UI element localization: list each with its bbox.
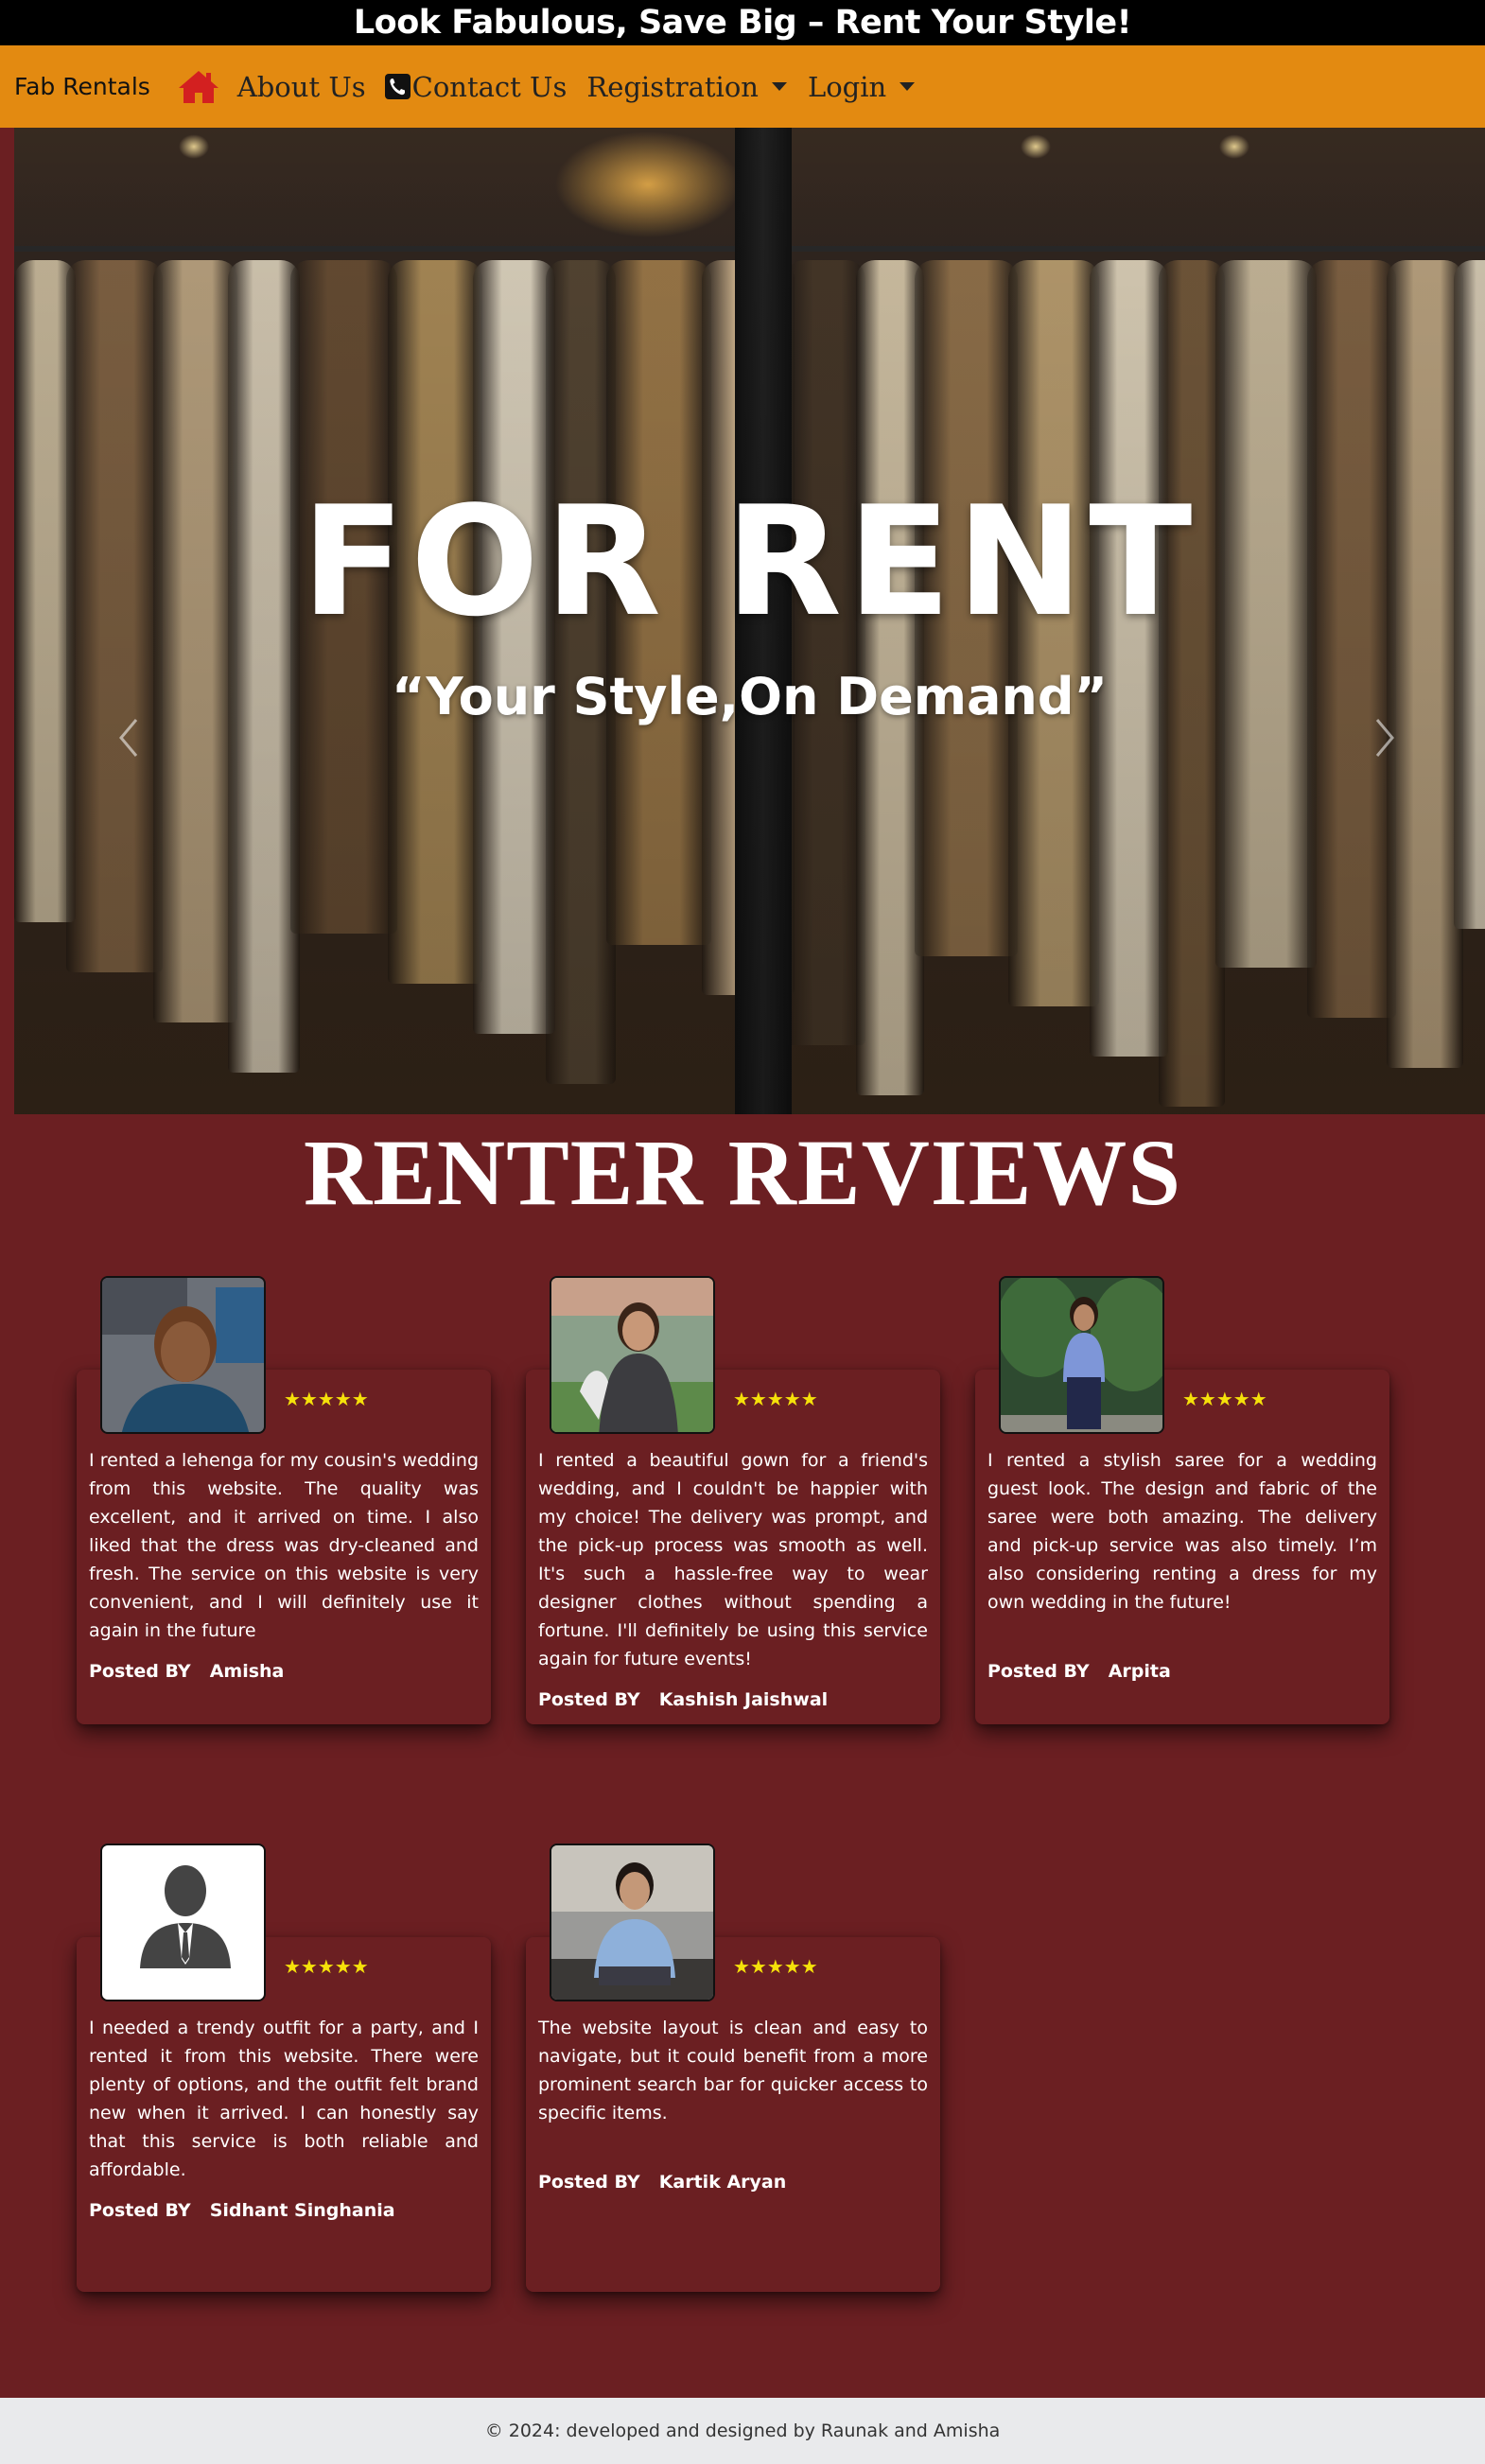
posted-by-label: Posted BY: [538, 1689, 640, 1710]
posted-by-label: Posted BY: [538, 2172, 640, 2193]
nav-contact-us[interactable]: Contact Us: [384, 70, 568, 103]
avatar: [100, 1844, 266, 2001]
chevron-right-icon[interactable]: [1371, 714, 1400, 761]
posted-by-label: Posted BY: [89, 2200, 191, 2221]
hero-carousel: FOR RENT “Your Style,On Demand”: [14, 128, 1485, 1114]
nav-login-dropdown[interactable]: Login: [807, 70, 916, 103]
author-name: Amisha: [209, 1661, 285, 1682]
avatar: [999, 1276, 1164, 1434]
review-author: Posted BY Kartik Aryan: [538, 2172, 786, 2193]
rating-stars: ★★★★★: [733, 1955, 818, 1978]
banner-text: Look Fabulous, Save Big – Rent Your Styl…: [353, 4, 1132, 42]
chevron-left-icon[interactable]: [114, 714, 142, 761]
avatar: [550, 1844, 715, 2001]
review-text: I rented a lehenga for my cousin's weddi…: [89, 1450, 479, 1641]
posted-by-label: Posted BY: [89, 1661, 191, 1682]
rating-stars: ★★★★★: [284, 1955, 369, 1978]
footer: © 2024: developed and designed by Raunak…: [0, 2398, 1485, 2464]
review-text: I needed a trendy outfit for a party, an…: [89, 2018, 479, 2180]
caret-down-icon: [900, 82, 916, 91]
author-name: Arpita: [1108, 1661, 1171, 1682]
nav-registration-dropdown[interactable]: Registration: [586, 71, 787, 103]
review-author: Posted BY Amisha: [89, 1661, 284, 1682]
nav-contact-label: Contact Us: [411, 70, 568, 103]
brand-link[interactable]: Fab Rentals: [14, 73, 150, 100]
author-name: Sidhant Singhania: [209, 2200, 395, 2221]
review-author: Posted BY Arpita: [987, 1661, 1171, 1682]
rating-stars: ★★★★★: [284, 1388, 369, 1410]
review-author: Posted BY Sidhant Singhania: [89, 2200, 395, 2221]
rating-stars: ★★★★★: [1182, 1388, 1267, 1410]
hero-title: FOR RENT: [301, 473, 1198, 650]
home-icon[interactable]: [177, 69, 220, 105]
posted-by-label: Posted BY: [987, 1661, 1090, 1682]
nav-registration-label: Registration: [586, 70, 759, 103]
hero-subtitle: “Your Style,On Demand”: [391, 667, 1109, 726]
footer-text: © 2024: developed and designed by Raunak…: [484, 2420, 1001, 2441]
top-banner: Look Fabulous, Save Big – Rent Your Styl…: [0, 0, 1485, 45]
author-name: Kartik Aryan: [658, 2172, 787, 2193]
review-text: The website layout is clean and easy to …: [538, 2018, 928, 2123]
review-text: I rented a beautiful gown for a friend's…: [538, 1450, 928, 1669]
rating-stars: ★★★★★: [733, 1388, 818, 1410]
avatar: [550, 1276, 715, 1434]
phone-icon: [384, 73, 411, 100]
review-author: Posted BY Kashish Jaishwal: [538, 1689, 828, 1710]
nav-about-us[interactable]: About Us: [237, 71, 366, 103]
review-text: I rented a stylish saree for a wedding g…: [987, 1450, 1377, 1613]
caret-down-icon: [771, 82, 787, 91]
nav-login-label: Login: [807, 70, 887, 103]
author-name: Kashish Jaishwal: [658, 1689, 829, 1710]
reviews-title: RENTER REVIEWS: [303, 1120, 1182, 1225]
navbar: Fab Rentals About Us Contact Us Registra…: [0, 45, 1485, 128]
avatar: [100, 1276, 266, 1434]
